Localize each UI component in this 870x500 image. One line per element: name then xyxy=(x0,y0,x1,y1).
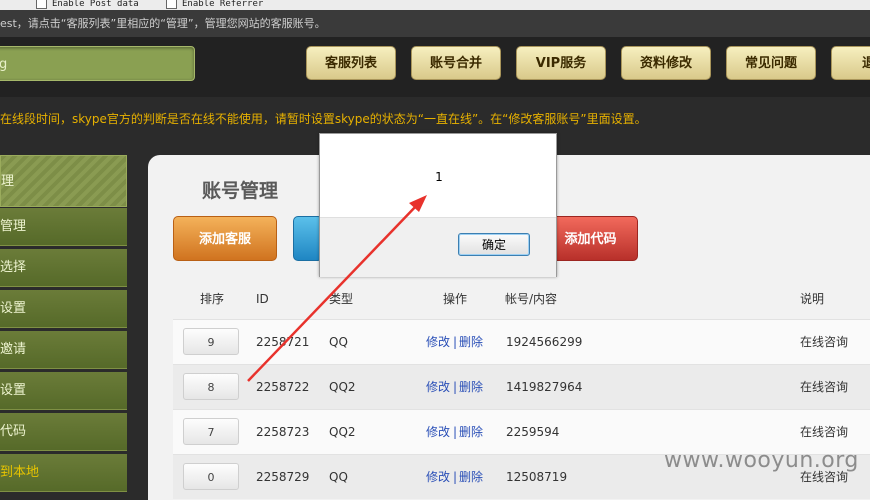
header-order: 排序 xyxy=(200,292,225,306)
checkbox-icon[interactable] xyxy=(166,0,177,9)
link-separator: | xyxy=(453,380,458,394)
enable-post-data-option[interactable]: Enable Post data xyxy=(36,0,139,9)
top-navigation: g 客服列表 账号合并 VIP服务 资料修改 常见问题 退 xyxy=(0,37,870,97)
nav-button-account-merge[interactable]: 账号合并 xyxy=(411,46,501,80)
table-row: 9 2258721 QQ 修改 | 删除 1924566299 在线咨询 xyxy=(173,319,870,364)
sidebar-item-code[interactable]: 代码 xyxy=(0,413,127,451)
edit-link[interactable]: 修改 xyxy=(426,320,450,365)
watermark: www.wooyun.org xyxy=(664,448,859,473)
edit-link[interactable]: 修改 xyxy=(426,455,450,500)
link-separator: | xyxy=(453,425,458,439)
nav-button-logout[interactable]: 退 xyxy=(831,46,870,80)
sidebar-item-account-manage[interactable]: 理 xyxy=(0,155,127,207)
alert-dialog: 1 确定 xyxy=(319,133,557,277)
delete-link[interactable]: 删除 xyxy=(459,410,483,455)
add-service-button[interactable]: 添加客服 xyxy=(173,216,277,261)
nav-button-profile-edit[interactable]: 资料修改 xyxy=(621,46,711,80)
edit-link[interactable]: 修改 xyxy=(426,365,450,410)
alert-message: 1 xyxy=(435,170,443,184)
order-input[interactable]: 8 xyxy=(183,373,239,400)
ok-button[interactable]: 确定 xyxy=(458,233,530,256)
row-type: QQ xyxy=(329,335,348,349)
checkbox-icon[interactable] xyxy=(36,0,47,9)
row-id: 2258723 xyxy=(256,425,310,439)
table-header: 排序 ID 类型 操作 帐号/内容 说明 xyxy=(173,279,870,319)
page-title: 账号管理 xyxy=(202,180,279,202)
sidebar-item-settings[interactable]: 设置 xyxy=(0,290,127,328)
row-type: QQ2 xyxy=(329,380,356,394)
delete-link[interactable]: 删除 xyxy=(459,455,483,500)
order-input[interactable]: 0 xyxy=(183,463,239,490)
row-account: 2259594 xyxy=(506,425,560,439)
sidebar-item-settings-2[interactable]: 设置 xyxy=(0,372,127,410)
header-type: 类型 xyxy=(329,292,354,306)
header-description: 说明 xyxy=(800,292,825,306)
row-account: 1419827964 xyxy=(506,380,583,394)
link-separator: | xyxy=(453,335,458,349)
sidebar-item-select[interactable]: 选择 xyxy=(0,249,127,287)
row-id: 2258729 xyxy=(256,470,310,484)
delete-link[interactable]: 删除 xyxy=(459,365,483,410)
sidebar-item-manage[interactable]: 管理 xyxy=(0,208,127,246)
header-operation: 操作 xyxy=(443,292,468,306)
row-description: 在线咨询 xyxy=(800,380,849,394)
order-input[interactable]: 9 xyxy=(183,328,239,355)
nav-button-vip-service[interactable]: VIP服务 xyxy=(516,46,606,80)
link-separator: | xyxy=(453,470,458,484)
row-type: QQ2 xyxy=(329,425,356,439)
sidebar-item-invite[interactable]: 邀请 xyxy=(0,331,127,369)
header-id: ID xyxy=(256,292,269,306)
add-code-button[interactable]: 添加代码 xyxy=(543,216,638,261)
enable-referrer-option[interactable]: Enable Referrer xyxy=(166,0,263,9)
row-id: 2258722 xyxy=(256,380,310,394)
header-account: 帐号/内容 xyxy=(505,292,558,306)
nav-button-faq[interactable]: 常见问题 xyxy=(726,46,816,80)
row-description: 在线咨询 xyxy=(800,335,849,349)
sidebar: 理 管理 选择 设置 邀请 设置 代码 到本地 xyxy=(0,155,127,492)
edit-link[interactable]: 修改 xyxy=(426,410,450,455)
nav-button-service-list[interactable]: 客服列表 xyxy=(306,46,396,80)
welcome-info-text: est，请点击“客服列表”里相应的“管理”，管理您网站的客服账号。 xyxy=(0,17,326,30)
delete-link[interactable]: 删除 xyxy=(459,320,483,365)
row-type: QQ xyxy=(329,470,348,484)
search-input[interactable]: g xyxy=(0,46,195,81)
row-account: 1924566299 xyxy=(506,335,583,349)
order-input[interactable]: 7 xyxy=(183,418,239,445)
browser-addon-bar: Enable Post data Enable Referrer xyxy=(0,0,870,10)
welcome-info-bar: est，请点击“客服列表”里相应的“管理”，管理您网站的客服账号。 xyxy=(0,10,870,37)
row-account: 12508719 xyxy=(506,470,568,484)
sidebar-item-local[interactable]: 到本地 xyxy=(0,454,127,492)
alert-footer: 确定 xyxy=(320,217,556,277)
row-id: 2258721 xyxy=(256,335,310,349)
enable-referrer-label: Enable Referrer xyxy=(182,0,264,9)
table-row: 8 2258722 QQ2 修改 | 删除 1419827964 在线咨询 xyxy=(173,364,870,409)
search-input-value: g xyxy=(0,57,8,72)
enable-post-data-label: Enable Post data xyxy=(52,0,139,9)
